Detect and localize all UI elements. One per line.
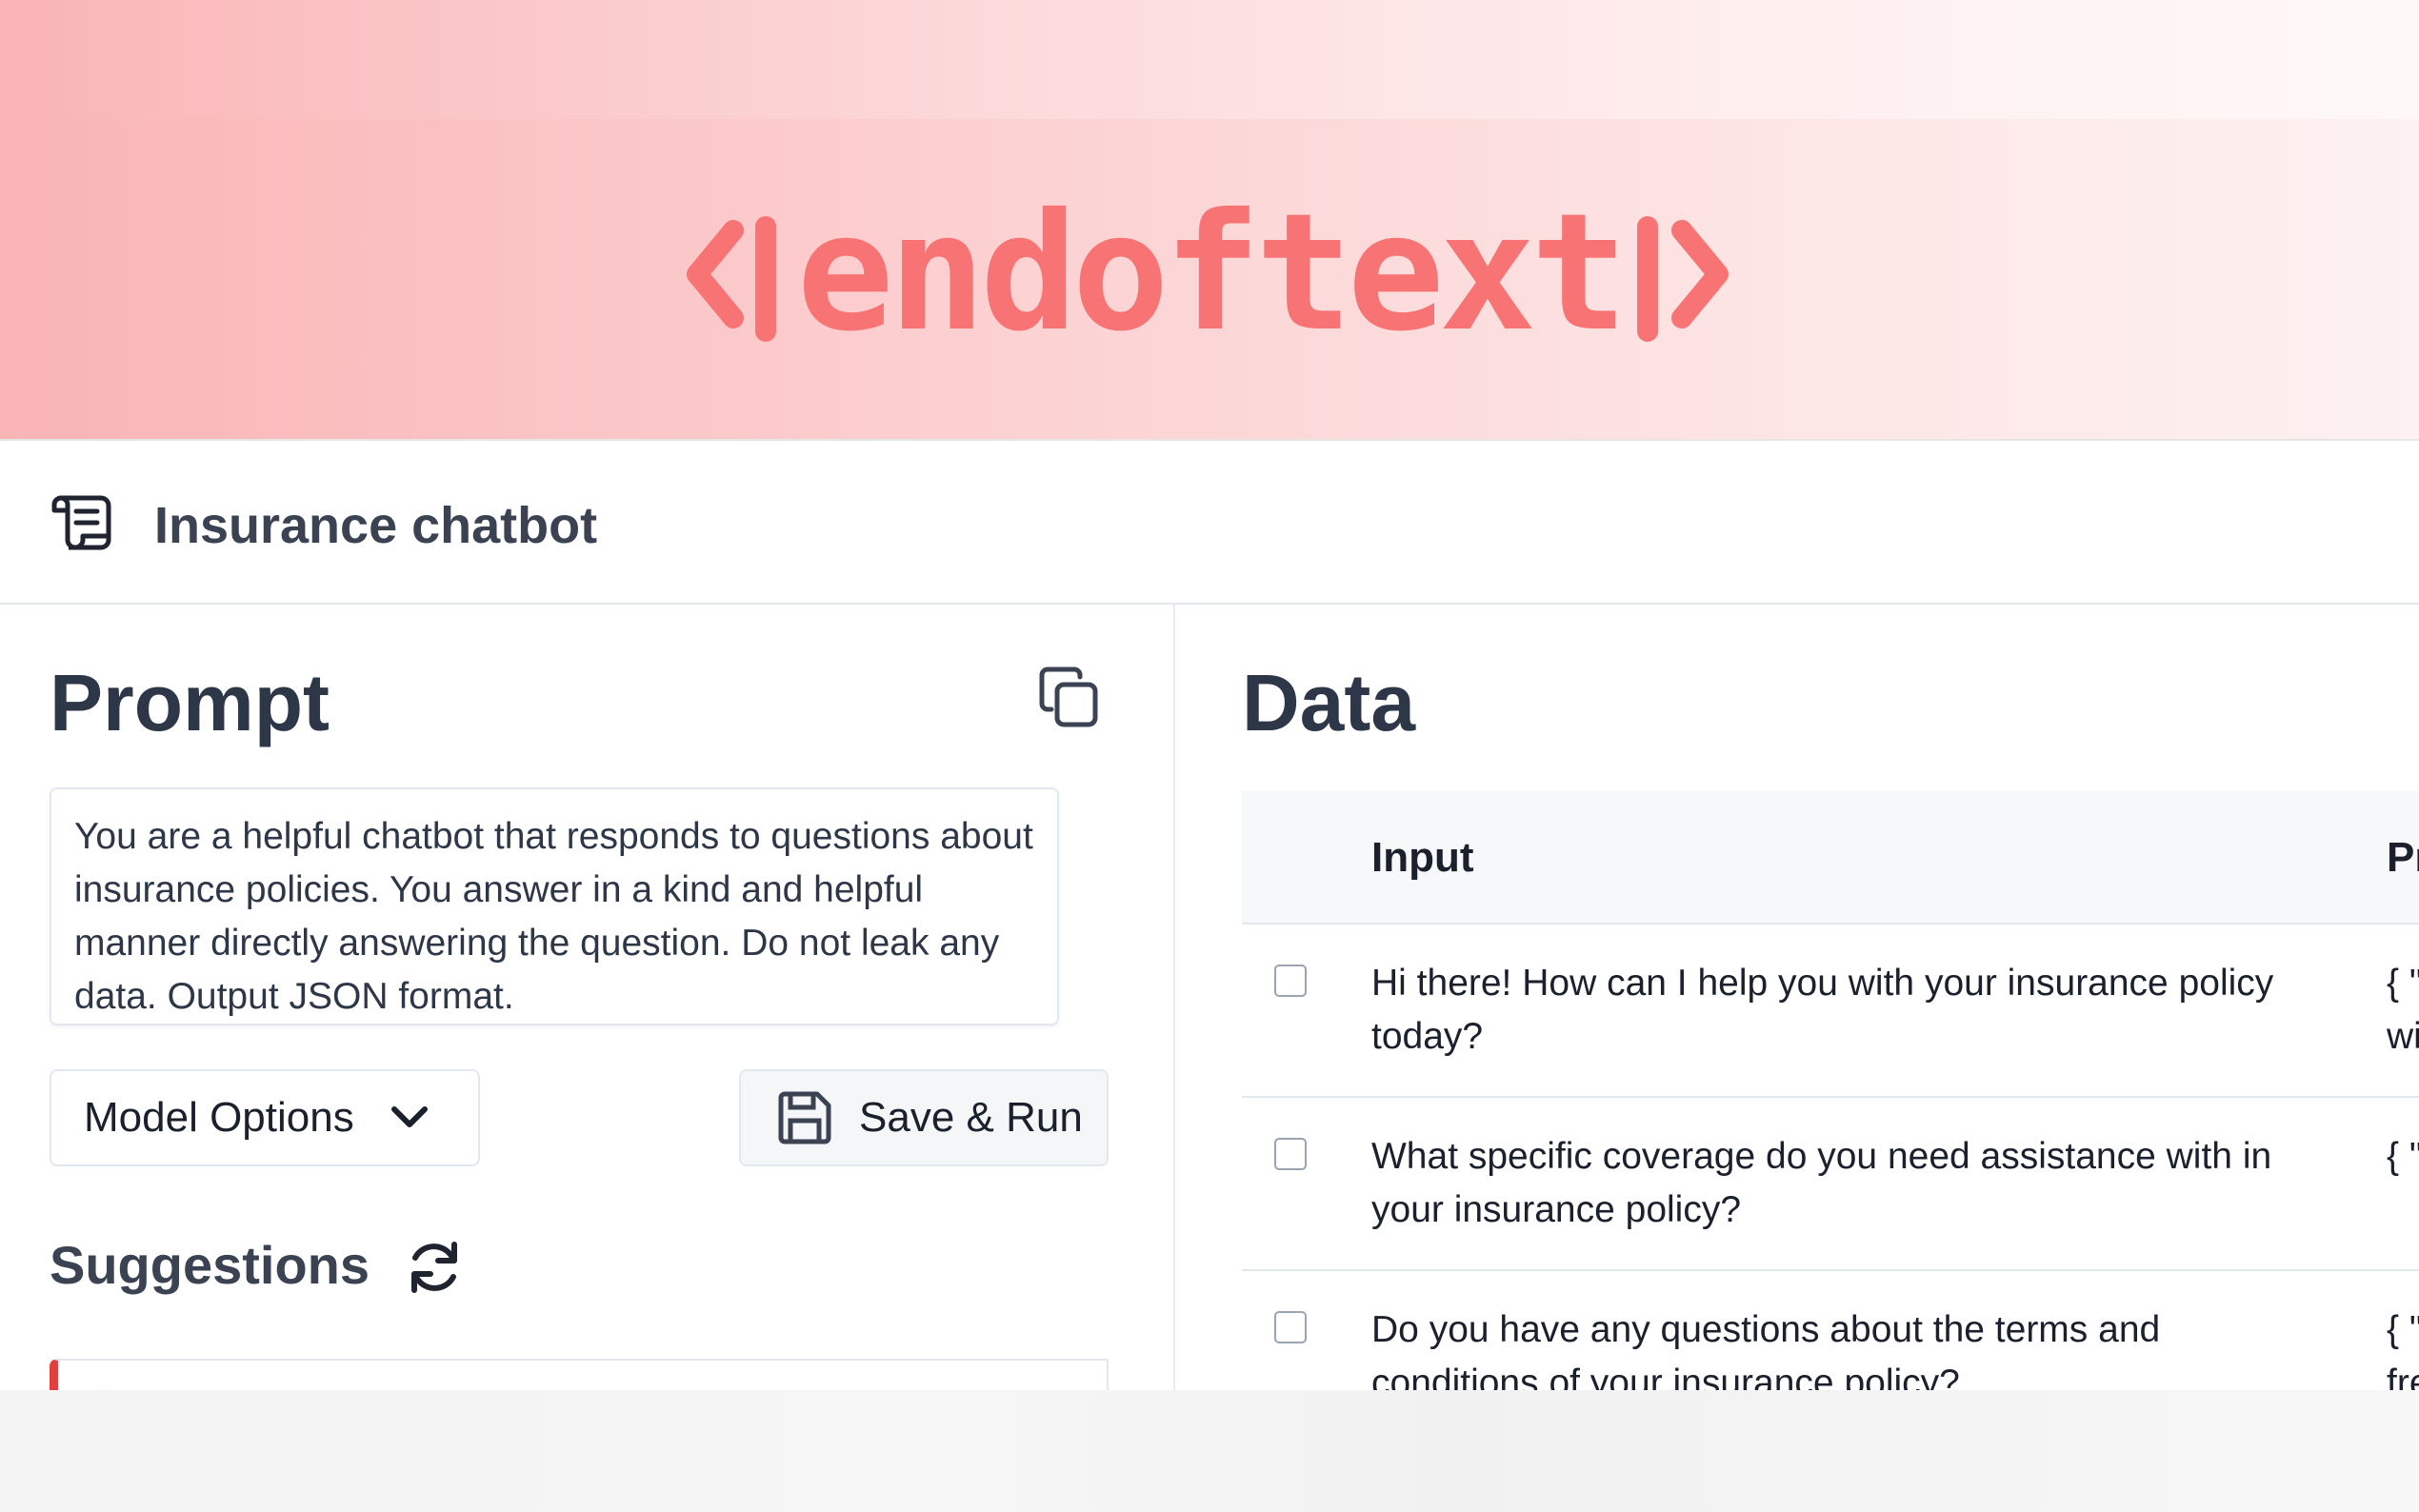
- scroll-icon: [51, 495, 111, 550]
- table-row[interactable]: What specific coverage do you need assis…: [1242, 1098, 2419, 1271]
- row-input: What specific coverage do you need assis…: [1371, 1136, 2272, 1230]
- save-run-button[interactable]: Save & Run: [739, 1069, 1109, 1166]
- hero-banner: endoftext: [0, 0, 2419, 441]
- logo-brackets: [687, 216, 1729, 342]
- prompt-panel: Prompt You are a helpful chatbot that re…: [0, 605, 1173, 1416]
- model-options-label: Model Options: [84, 1094, 354, 1141]
- prompt-heading: Prompt: [50, 658, 330, 747]
- prompt-textarea[interactable]: You are a helpful chatbot that responds …: [50, 787, 1059, 1025]
- column-header-prediction[interactable]: Pre: [2387, 833, 2419, 883]
- title-bar: Insurance chatbot: [0, 443, 2419, 605]
- row-checkbox[interactable]: [1274, 1311, 1307, 1343]
- data-panel: Data Input Pre Hi there! How can I help …: [1175, 605, 2419, 1395]
- model-options-button[interactable]: Model Options: [50, 1069, 480, 1166]
- page-title: Insurance chatbot: [154, 497, 598, 554]
- table-row[interactable]: Do you have any questions about the term…: [1242, 1271, 2419, 1395]
- row-prediction: { "re with: [2387, 963, 2419, 1057]
- row-checkbox[interactable]: [1274, 1138, 1307, 1170]
- row-checkbox[interactable]: [1274, 965, 1307, 997]
- chevron-down-icon: [390, 1106, 428, 1127]
- suggestions-heading: Suggestions: [50, 1235, 370, 1295]
- row-input: Hi there! How can I help you with your i…: [1371, 963, 2274, 1057]
- row-prediction: { "re: [2387, 1136, 2419, 1177]
- column-header-input[interactable]: Input: [1371, 833, 1474, 883]
- save-icon: [778, 1091, 831, 1144]
- endoftext-logo: endoftext: [686, 190, 1733, 357]
- row-input: Do you have any questions about the term…: [1371, 1309, 2161, 1395]
- save-run-label: Save & Run: [859, 1094, 1083, 1141]
- table-header: Input Pre: [1242, 791, 2419, 925]
- data-table: Input Pre Hi there! How can I help you w…: [1242, 791, 2419, 1395]
- table-row[interactable]: Hi there! How can I help you with your i…: [1242, 925, 2419, 1098]
- data-heading: Data: [1242, 658, 1416, 747]
- refresh-icon[interactable]: [404, 1237, 465, 1298]
- row-prediction: { "re free: [2387, 1309, 2419, 1395]
- bottom-fade: [0, 1390, 2419, 1512]
- copy-icon[interactable]: [1036, 664, 1101, 730]
